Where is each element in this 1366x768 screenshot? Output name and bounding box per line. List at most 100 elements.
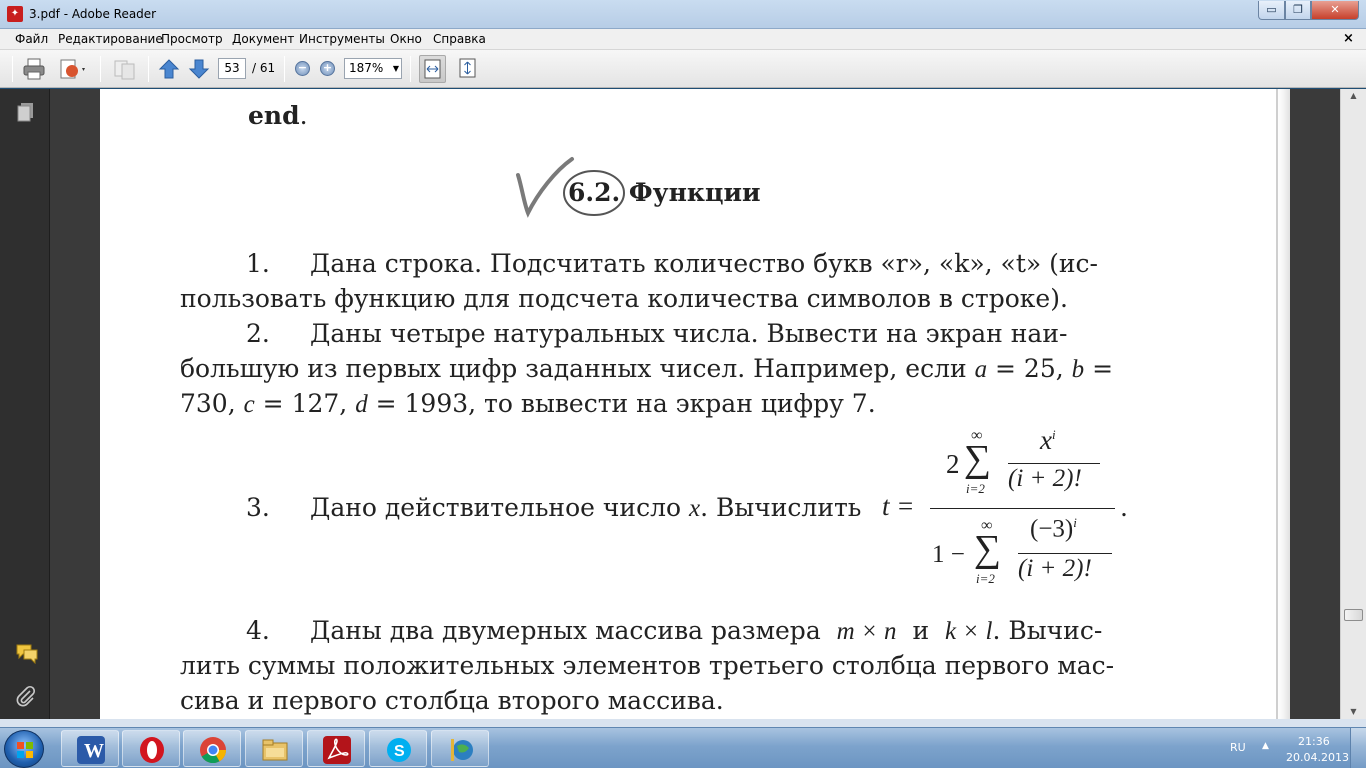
scroll-down-icon[interactable]: ▼ (1341, 705, 1366, 719)
problem-4-number: 4. (246, 616, 270, 645)
formula-den-upper: ∞ (981, 517, 993, 534)
menu-file[interactable]: Файл (15, 32, 48, 46)
toolbar-separator (100, 56, 101, 82)
menu-view[interactable]: Просмотр (161, 32, 223, 46)
pdf-page: end. 6.2. Функции 1. Дана строка. Подсчи… (100, 89, 1290, 719)
toolbar-separator (148, 56, 149, 82)
formula-end-dot: . (1120, 493, 1128, 522)
zoom-in-icon[interactable]: + (320, 61, 335, 76)
taskbar-network-app[interactable] (431, 730, 489, 767)
toolbar-separator (410, 56, 411, 82)
problem-2-line-1: Даны четыре натуральных числа. Вывести н… (310, 319, 1068, 348)
formula-num-numerator: xi (1040, 425, 1056, 455)
scroll-up-icon[interactable]: ▲ (1341, 89, 1366, 103)
problem-2-line-2: большую из первых цифр заданных чисел. Н… (180, 354, 1114, 383)
skype-icon: S (385, 736, 413, 764)
taskbar-chrome[interactable] (183, 730, 241, 767)
opera-icon (138, 736, 166, 764)
toolbar-separator (284, 56, 285, 82)
menu-edit[interactable]: Редактирование (58, 32, 163, 46)
problem-4-line-1: Даны два двумерных массива размера m × n… (310, 616, 1103, 645)
scroll-thumb[interactable] (1344, 609, 1363, 621)
chevron-down-icon: ▼ (392, 64, 399, 73)
window-title: 3.pdf - Adobe Reader (29, 7, 157, 21)
menu-help[interactable]: Справка (433, 32, 486, 46)
show-hidden-icons-icon[interactable]: ▲ (1262, 741, 1269, 751)
menu-tools[interactable]: Инструменты (299, 32, 385, 46)
maximize-button[interactable]: ❐ (1285, 1, 1311, 20)
formula-den-denominator: (i + 2)! (1018, 555, 1092, 582)
end-keyword: end. (248, 101, 308, 130)
document-close-button[interactable]: × (1343, 31, 1354, 46)
formula-num-lower: i=2 (966, 481, 985, 496)
zoom-out-icon[interactable]: − (295, 61, 310, 76)
formula-t-equals: t = (882, 491, 915, 521)
problem-3-text: Дано действительное число x. Вычислить (310, 493, 862, 522)
word-icon: W (77, 736, 105, 764)
formula: 2 ∑ ∞ i=2 xi (i + 2)! 1 − ∑ ∞ i=2 (−3)i … (930, 423, 1130, 603)
problem-4-line-3: сива и первого столбца второго массива. (180, 686, 724, 715)
zoom-value: 187% (349, 61, 384, 75)
previous-page-icon[interactable] (157, 57, 181, 81)
formula-den-lower: i=2 (976, 571, 995, 586)
zoom-select[interactable]: 187% ▼ (344, 58, 402, 79)
taskbar-explorer[interactable] (245, 730, 303, 767)
formula-den-one: 1 − (932, 541, 965, 568)
collaborate-icon[interactable] (112, 57, 136, 81)
taskbar-opera[interactable] (122, 730, 180, 767)
chrome-icon (199, 736, 227, 764)
page-number-input[interactable]: 53 (218, 58, 246, 79)
document-viewport[interactable]: end. 6.2. Функции 1. Дана строка. Подсчи… (50, 89, 1340, 719)
attachments-icon[interactable] (15, 685, 37, 707)
next-page-icon[interactable] (187, 57, 211, 81)
toolbar-separator (12, 56, 13, 82)
title-bar: ✦ 3.pdf - Adobe Reader ▭ ❐ ✕ (0, 0, 1366, 29)
fit-width-icon[interactable] (419, 55, 446, 83)
close-button[interactable]: ✕ (1311, 1, 1359, 20)
formula-num-denominator: (i + 2)! (1008, 465, 1082, 492)
problem-3-number: 3. (246, 493, 270, 522)
taskbar: W S RU ▲ 21:36 20.04.2013 (0, 727, 1366, 768)
menu-window[interactable]: Окно (390, 32, 422, 46)
problem-4-line-2: лить суммы положительных элементов треть… (180, 651, 1115, 680)
show-desktop-button[interactable] (1350, 728, 1366, 768)
section-title: 6.2. Функции (568, 178, 761, 207)
problem-2-line-3: 730, c = 127, d = 1993, то вывести на эк… (180, 389, 876, 418)
menu-document[interactable]: Документ (232, 32, 294, 46)
formula-den-numerator: (−3)i (1030, 515, 1077, 543)
taskbar-skype[interactable]: S (369, 730, 427, 767)
formula-main-bar (930, 508, 1115, 509)
scan-edge (1276, 89, 1278, 719)
clock-time[interactable]: 21:36 (1298, 735, 1330, 748)
svg-text:S: S (394, 743, 405, 760)
windows-logo-icon (17, 742, 33, 758)
start-button[interactable] (4, 730, 44, 768)
language-indicator[interactable]: RU (1230, 741, 1246, 754)
acrobat-icon (323, 736, 351, 764)
problem-1-line-2: пользовать функцию для подсчета количест… (180, 284, 1068, 313)
pages-icon[interactable] (15, 101, 37, 123)
problem-2-number: 2. (246, 319, 270, 348)
formula-num-upper: ∞ (971, 427, 983, 444)
problem-1-line-1: Дана строка. Подсчитать количество букв … (310, 249, 1098, 278)
formula-num-inner-bar (1008, 463, 1100, 464)
vertical-scrollbar[interactable]: ▲ ▼ (1340, 89, 1366, 719)
toolbar: 53 / 61 − + 187% ▼ (0, 50, 1366, 88)
create-pdf-icon[interactable] (58, 57, 85, 81)
formula-num-coef: 2 (946, 449, 960, 479)
network-icon (447, 736, 475, 764)
taskbar-word[interactable]: W (61, 730, 119, 767)
menu-bar: Файл Редактирование Просмотр Документ Ин… (0, 29, 1366, 50)
fit-page-icon[interactable] (455, 55, 482, 83)
formula-den-inner-bar (1018, 553, 1112, 554)
navigation-panel (0, 89, 50, 719)
print-icon[interactable] (22, 57, 46, 81)
explorer-icon (261, 736, 289, 764)
adobe-reader-icon: ✦ (7, 6, 23, 22)
comments-icon[interactable] (15, 642, 38, 665)
window-bottom-border (0, 719, 1366, 727)
svg-text:W: W (84, 740, 104, 762)
minimize-button[interactable]: ▭ (1258, 1, 1285, 20)
clock-date[interactable]: 20.04.2013 (1286, 751, 1349, 764)
taskbar-adobe-reader[interactable] (307, 730, 365, 767)
